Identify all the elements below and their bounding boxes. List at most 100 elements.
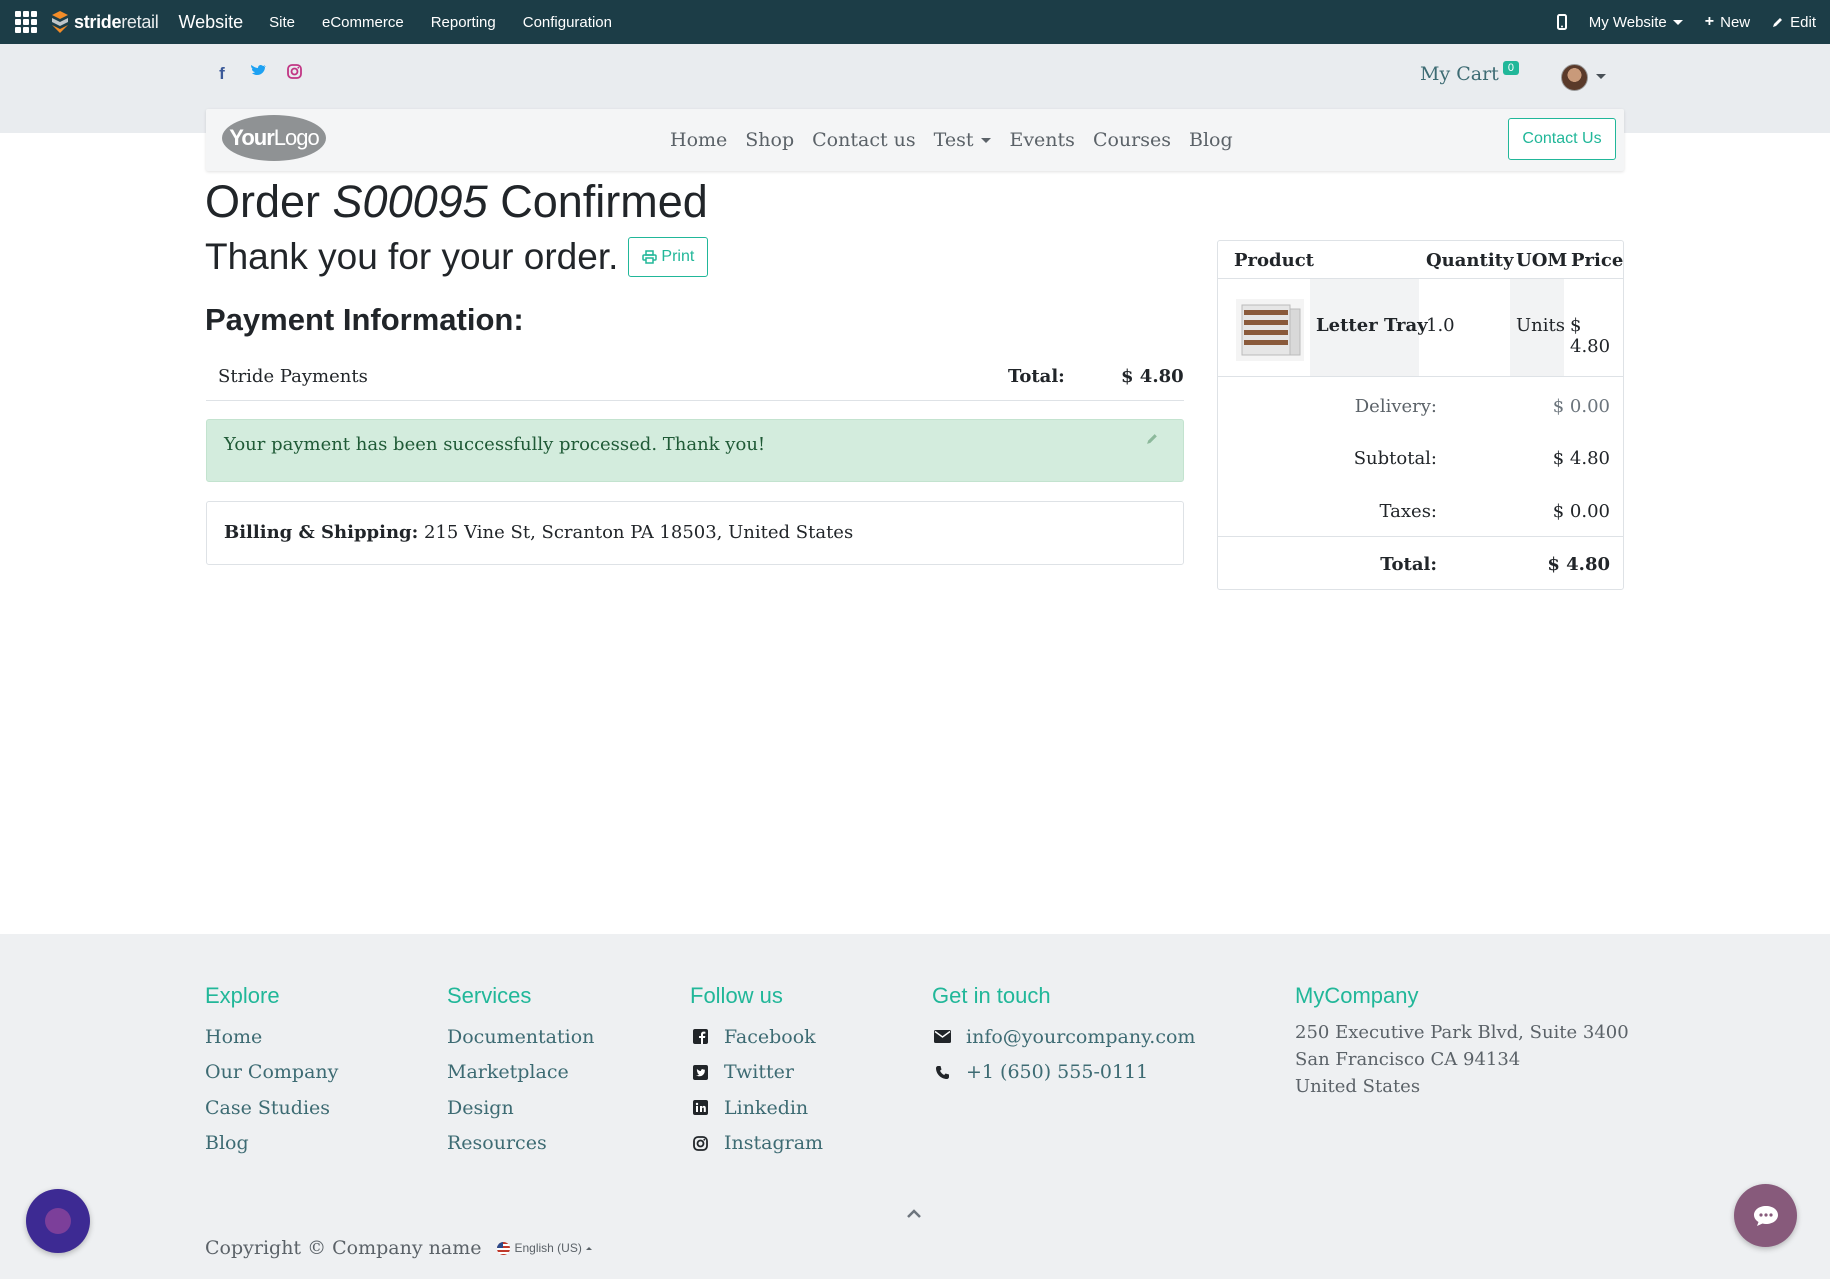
brand-logo[interactable]: stride retail [50, 10, 159, 34]
nav-shop[interactable]: Shop [745, 129, 794, 151]
footer-link-design[interactable]: Design [447, 1090, 594, 1126]
payment-total-label: Total: [1008, 366, 1065, 387]
company-address-line1: 250 Executive Park Blvd, Suite 3400 [1295, 1022, 1629, 1043]
brand-name-thin: retail [121, 11, 159, 32]
header-uom: UOM [1516, 250, 1568, 271]
pencil-icon[interactable] [1146, 432, 1159, 445]
cart-label: My Cart [1420, 63, 1499, 85]
footer-services: Services Documentation Marketplace Desig… [447, 983, 594, 1161]
caret-up-icon [585, 1246, 592, 1250]
nav-links: Home Shop Contact us Test Events Courses… [670, 109, 1233, 171]
footer-link-twitter[interactable]: Twitter [690, 1055, 823, 1091]
footer-phone-link[interactable]: +1 (650) 555-0111 [932, 1055, 1195, 1091]
phone-text: +1 (650) 555-0111 [966, 1061, 1149, 1084]
menu-site[interactable]: Site [269, 14, 295, 31]
footer-link-marketplace[interactable]: Marketplace [447, 1055, 594, 1091]
footer-link-home[interactable]: Home [205, 1019, 338, 1055]
footer-link-facebook[interactable]: Facebook [690, 1019, 823, 1055]
menu-configuration[interactable]: Configuration [523, 14, 612, 31]
footer-email-link[interactable]: info@yourcompany.com [932, 1019, 1195, 1055]
linkedin-square-icon [690, 1100, 710, 1116]
logo-text-thin: Logo [273, 125, 320, 150]
footer-link-linkedin[interactable]: Linkedin [690, 1090, 823, 1126]
product-image[interactable] [1236, 299, 1304, 361]
mobile-preview-button[interactable] [1556, 14, 1567, 30]
brand-name-bold: stride [74, 11, 122, 32]
scroll-to-top-icon[interactable] [906, 1206, 922, 1222]
pencil-icon [1773, 18, 1783, 27]
footer-link-case-studies[interactable]: Case Studies [205, 1090, 338, 1126]
product-name[interactable]: Letter Tray [1316, 315, 1428, 336]
menu-ecommerce[interactable]: eCommerce [322, 14, 404, 31]
admin-bar: stride retail Website Site eCommerce Repo… [0, 0, 1830, 44]
print-button[interactable]: Print [628, 237, 709, 277]
delivery-value: $ 0.00 [1552, 396, 1610, 417]
printer-icon [642, 250, 658, 264]
us-flag-icon [497, 1241, 511, 1255]
website-selector[interactable]: My Website [1589, 14, 1683, 31]
summary-divider [1218, 536, 1623, 537]
twitter-label: Twitter [724, 1061, 794, 1084]
facebook-square-icon [690, 1029, 710, 1045]
nav-events[interactable]: Events [1009, 129, 1074, 151]
summary-total-value: $ 4.80 [1547, 554, 1610, 575]
header-product: Product [1234, 250, 1314, 271]
language-selector[interactable]: English (US) [497, 1241, 592, 1255]
facebook-icon[interactable]: f [212, 64, 232, 84]
user-avatar[interactable] [1561, 64, 1588, 91]
facebook-label: Facebook [724, 1025, 816, 1048]
company-address-line3: United States [1295, 1076, 1421, 1097]
title-suffix: Confirmed [500, 176, 708, 227]
chat-bubble-icon [1753, 1205, 1778, 1226]
footer-explore-heading: Explore [205, 983, 280, 1008]
taxes-value: $ 0.00 [1552, 501, 1610, 522]
nav-blog[interactable]: Blog [1189, 129, 1233, 151]
footer-link-our-company[interactable]: Our Company [205, 1055, 338, 1091]
site-logo[interactable]: Your Logo [222, 115, 326, 161]
payment-total-value: $ 4.80 [1121, 366, 1184, 387]
menu-reporting[interactable]: Reporting [431, 14, 496, 31]
billing-shipping-box: Billing & Shipping: 215 Vine St, Scranto… [206, 501, 1184, 565]
assistant-launcher-button[interactable] [26, 1189, 90, 1253]
footer-link-resources[interactable]: Resources [447, 1126, 594, 1162]
nav-home[interactable]: Home [670, 129, 727, 151]
my-cart-link[interactable]: My Cart 0 [1420, 61, 1519, 85]
footer-follow-heading: Follow us [690, 983, 783, 1008]
subtotal-label: Subtotal: [1353, 448, 1437, 469]
footer-link-instagram[interactable]: Instagram [690, 1126, 823, 1162]
new-label: New [1720, 13, 1751, 31]
order-number: S00095 [332, 176, 488, 227]
subtotal-value: $ 4.80 [1552, 448, 1610, 469]
phone-icon [932, 1065, 952, 1080]
footer-link-blog[interactable]: Blog [205, 1126, 338, 1162]
footer-link-documentation[interactable]: Documentation [447, 1019, 594, 1055]
website-selector-label: My Website [1588, 13, 1667, 31]
new-button[interactable]: + New [1705, 13, 1750, 31]
nav-courses[interactable]: Courses [1093, 129, 1171, 151]
product-uom: Units [1516, 315, 1565, 336]
instagram-icon[interactable] [284, 64, 304, 84]
email-text: info@yourcompany.com [966, 1025, 1196, 1048]
apps-grid-icon[interactable] [14, 10, 38, 34]
chevron-down-icon[interactable] [1596, 74, 1606, 79]
twitter-icon[interactable] [248, 64, 268, 84]
print-label: Print [661, 248, 695, 265]
product-row: Letter Tray 1.0 Units $ 4.80 [1218, 279, 1623, 377]
product-price: $ 4.80 [1570, 315, 1611, 357]
envelope-icon [932, 1030, 952, 1044]
payment-method: Stride Payments [218, 366, 368, 387]
edit-button[interactable]: Edit [1772, 14, 1816, 31]
order-summary-card: Product Quantity UOM Price Letter Tray 1… [1217, 240, 1624, 590]
admin-menu: Site eCommerce Reporting Configuration [269, 14, 612, 31]
social-links: f [212, 64, 304, 84]
address-value: 215 Vine St, Scranton PA 18503, United S… [424, 522, 854, 543]
contact-us-button[interactable]: Contact Us [1508, 118, 1616, 160]
footer-contact: Get in touch info@yourcompany.com +1 (65… [932, 983, 1195, 1090]
nav-contact-us[interactable]: Contact us [812, 129, 915, 151]
product-quantity: 1.0 [1426, 315, 1455, 336]
app-name[interactable]: Website [178, 12, 243, 33]
live-chat-button[interactable] [1734, 1184, 1797, 1247]
site-navbar: Your Logo Home Shop Contact us Test Event… [206, 109, 1624, 171]
payment-success-alert: Your payment has been successfully proce… [206, 419, 1184, 482]
nav-test-dropdown[interactable]: Test [934, 129, 992, 151]
